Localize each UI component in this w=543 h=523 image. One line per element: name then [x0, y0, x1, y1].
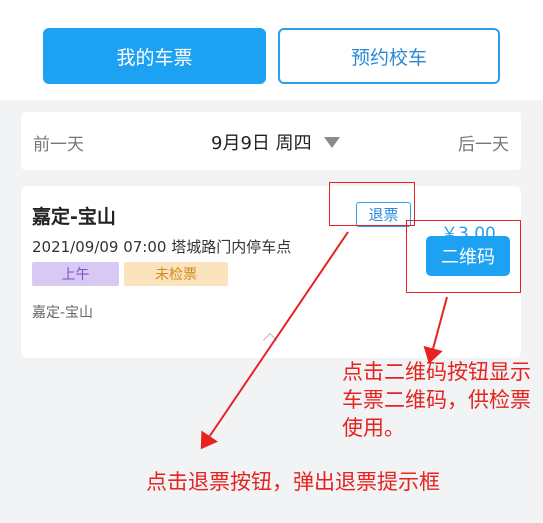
refund-arrow [200, 231, 349, 450]
qr-arrow [423, 296, 448, 364]
qr-annotation-text: 点击二维码按钮显示车票二维码，供检票使用。 [342, 360, 531, 440]
annotation-arrows [200, 231, 448, 450]
refund-annotation-text: 点击退票按钮，弹出退票提示框 [146, 470, 440, 494]
